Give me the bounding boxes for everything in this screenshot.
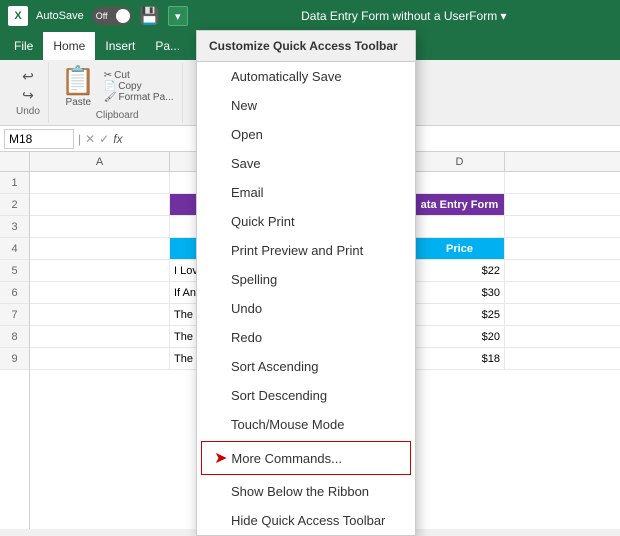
title-bar: X AutoSave Off 💾 ▾ Data Entry Form witho… xyxy=(0,0,620,32)
cell-reference-input[interactable] xyxy=(4,129,74,149)
cell-a9[interactable] xyxy=(30,348,170,369)
fx-label: fx xyxy=(113,132,122,146)
formula-divider: | xyxy=(78,132,81,146)
corner-cell xyxy=(0,152,29,172)
row-header-5: 5 xyxy=(0,260,29,282)
cell-d3[interactable] xyxy=(415,216,505,237)
dropdown-item-more-commands[interactable]: ➤ More Commands... xyxy=(201,441,411,475)
cut-button[interactable]: ✂ Cut xyxy=(104,70,174,81)
cell-d9[interactable]: $18 xyxy=(415,348,505,369)
tab-insert[interactable]: Insert xyxy=(95,32,145,60)
row-header-9: 9 xyxy=(0,348,29,370)
tab-home[interactable]: Home xyxy=(43,32,95,60)
tab-file[interactable]: File xyxy=(4,32,43,60)
cell-a7[interactable] xyxy=(30,304,170,325)
col-header-a: A xyxy=(30,152,170,171)
dropdown-item-new[interactable]: New xyxy=(197,91,415,120)
cell-d2[interactable]: ata Entry Form xyxy=(415,194,505,215)
dropdown-item-print-preview[interactable]: Print Preview and Print xyxy=(197,236,415,265)
autosave-label: AutoSave xyxy=(36,10,84,22)
quick-access-toolbar-button[interactable]: ▾ xyxy=(168,6,188,26)
dropdown-item-spelling[interactable]: Spelling xyxy=(197,265,415,294)
autosave-toggle[interactable]: Off xyxy=(92,7,132,25)
undo-group-label: Undo xyxy=(16,106,40,117)
paste-label: Paste xyxy=(66,97,92,108)
dropdown-item-autosave[interactable]: Automatically Save xyxy=(197,62,415,91)
excel-icon: X xyxy=(8,6,28,26)
toggle-knob xyxy=(116,9,130,23)
red-arrow-icon: ➤ xyxy=(214,448,227,468)
dropdown-item-sort-desc[interactable]: Sort Descending xyxy=(197,381,415,410)
clipboard-label: Clipboard xyxy=(96,110,139,121)
cell-d7[interactable]: $25 xyxy=(415,304,505,325)
row-headers: 1 2 3 4 5 6 7 8 9 xyxy=(0,152,30,529)
redo-button[interactable]: ↪ xyxy=(22,87,34,104)
cell-d5[interactable]: $22 xyxy=(415,260,505,281)
save-icon[interactable]: 💾 xyxy=(140,6,160,26)
dropdown-item-quick-print[interactable]: Quick Print xyxy=(197,207,415,236)
paste-button[interactable]: 📋 xyxy=(61,64,96,97)
format-painter-button[interactable]: 🖌 Format Pa... xyxy=(104,92,174,103)
dropdown-item-redo[interactable]: Redo xyxy=(197,323,415,352)
row-header-1: 1 xyxy=(0,172,29,194)
row-header-4: 4 xyxy=(0,238,29,260)
col-header-d: D xyxy=(415,152,505,171)
cell-d1[interactable] xyxy=(415,172,505,193)
cell-d8[interactable]: $20 xyxy=(415,326,505,347)
cell-a1[interactable] xyxy=(30,172,170,193)
dropdown-item-hide-toolbar[interactable]: Hide Quick Access Toolbar xyxy=(197,506,415,535)
cancel-icon[interactable]: ✕ xyxy=(85,132,95,146)
row-header-2: 2 xyxy=(0,194,29,216)
dropdown-header: Customize Quick Access Toolbar xyxy=(197,31,415,62)
undo-button[interactable]: ↩ xyxy=(22,68,34,85)
window-title: Data Entry Form without a UserForm ▾ xyxy=(196,9,612,23)
dropdown-item-sort-asc[interactable]: Sort Ascending xyxy=(197,352,415,381)
dropdown-item-undo[interactable]: Undo xyxy=(197,294,415,323)
dropdown-item-email[interactable]: Email xyxy=(197,178,415,207)
row-header-8: 8 xyxy=(0,326,29,348)
copy-button[interactable]: 📄 Copy xyxy=(104,81,174,92)
dropdown-item-touch-mode[interactable]: Touch/Mouse Mode xyxy=(197,410,415,439)
dropdown-item-show-below[interactable]: Show Below the Ribbon xyxy=(197,477,415,506)
row-header-3: 3 xyxy=(0,216,29,238)
cell-a5[interactable] xyxy=(30,260,170,281)
cell-a6[interactable] xyxy=(30,282,170,303)
cell-d4[interactable]: Price xyxy=(415,238,505,259)
cell-d6[interactable]: $30 xyxy=(415,282,505,303)
cell-a8[interactable] xyxy=(30,326,170,347)
row-header-7: 7 xyxy=(0,304,29,326)
confirm-icon[interactable]: ✓ xyxy=(99,132,109,146)
clipboard-group: 📋 Paste ✂ Cut 📄 Copy 🖌 Format Pa... Clip… xyxy=(53,63,183,123)
cell-a2[interactable] xyxy=(30,194,170,215)
cell-a4[interactable] xyxy=(30,238,170,259)
undo-group: ↩ ↪ Undo xyxy=(8,63,49,123)
tab-page-layout[interactable]: Pa... xyxy=(145,32,190,60)
row-header-6: 6 xyxy=(0,282,29,304)
dropdown-item-open[interactable]: Open xyxy=(197,120,415,149)
customize-quick-access-dropdown: Customize Quick Access Toolbar Automatic… xyxy=(196,30,416,536)
cell-a3[interactable] xyxy=(30,216,170,237)
dropdown-item-save[interactable]: Save xyxy=(197,149,415,178)
